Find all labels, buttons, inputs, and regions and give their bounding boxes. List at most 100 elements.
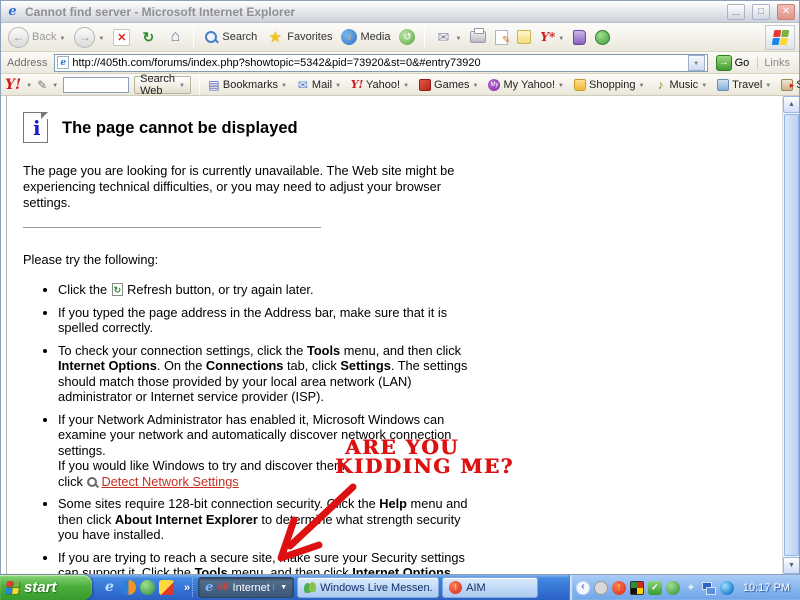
chevron-down-icon[interactable] (280, 584, 287, 591)
address-input[interactable]: http://405th.com/forums/index.php?showto… (54, 53, 708, 72)
home-button[interactable] (163, 27, 187, 47)
quick-launch-overflow-chevron[interactable] (184, 582, 190, 594)
research-button[interactable] (570, 29, 589, 46)
search-web-dropdown-icon[interactable] (179, 80, 185, 89)
print-button[interactable] (467, 28, 489, 44)
print-icon (470, 28, 487, 43)
detect-network-icon (86, 476, 99, 488)
forward-dropdown-icon[interactable] (98, 33, 104, 42)
star-tray-icon[interactable] (684, 581, 698, 595)
stop-button[interactable] (110, 28, 133, 47)
history-button[interactable] (396, 28, 418, 46)
aim-task-icon (449, 581, 463, 594)
forward-button[interactable] (71, 26, 107, 49)
address-dropdown-button[interactable] (687, 54, 705, 71)
yahoo-messenger-dropdown-icon[interactable] (558, 33, 564, 42)
scroll-down-icon[interactable] (783, 557, 799, 574)
search-web-label: Search Web (140, 72, 175, 97)
color-grid-icon[interactable] (629, 580, 644, 595)
yahoo-item-yahoo[interactable]: Yahoo! (351, 79, 409, 91)
back-label: Back (32, 31, 57, 43)
back-dropdown-icon[interactable] (59, 33, 65, 42)
task-button-aim[interactable]: AIM (442, 577, 539, 598)
chevron-down-icon[interactable] (281, 80, 287, 89)
ie-quick-icon[interactable] (102, 580, 117, 595)
refresh-page-icon (111, 283, 123, 299)
close-button[interactable] (777, 3, 795, 20)
search-web-button[interactable]: Search Web (134, 72, 191, 97)
back-icon (8, 26, 29, 48)
messenger-quick-icon[interactable] (140, 580, 155, 595)
refresh-button[interactable] (136, 27, 160, 47)
discuss-button[interactable] (514, 29, 534, 45)
yahoo-item-bookmarks[interactable]: Bookmarks (208, 79, 287, 91)
chevron-down-icon[interactable] (335, 80, 341, 89)
chevron-down-icon[interactable] (558, 80, 564, 89)
go-arrow-icon (715, 54, 732, 71)
yahoo-item-label: Games (434, 78, 470, 91)
error-bullet: Some sites require 128-bit connection se… (58, 496, 475, 543)
scrollbar-thumb[interactable] (784, 114, 799, 556)
favorites-button[interactable]: Favorites (263, 27, 335, 47)
messenger-online-icon[interactable] (665, 580, 680, 595)
yahoo-item-shopping[interactable]: Shopping (574, 78, 645, 91)
yahoo-item-games[interactable]: Games (419, 78, 479, 91)
bold-text: Help (379, 496, 407, 511)
messenger-button[interactable] (592, 29, 613, 46)
yahoo-logo-icon[interactable] (5, 78, 21, 92)
yahoo-search-input[interactable] (63, 76, 130, 93)
media-button[interactable]: Media (338, 28, 393, 46)
search-button[interactable]: Search (200, 28, 260, 46)
mail-dropdown-icon[interactable] (455, 33, 461, 42)
chevron-down-icon[interactable] (473, 80, 479, 89)
taskbar-clock: 10:17 PM (742, 581, 790, 594)
yahoo-item-mail[interactable]: Mail (297, 79, 341, 91)
yahoo-item-travel[interactable]: Travel (717, 78, 771, 91)
go-label: Go (734, 56, 750, 69)
games-icon (419, 78, 432, 91)
chevron-down-icon[interactable] (639, 80, 645, 89)
security-check-icon[interactable] (647, 580, 662, 595)
annotation-text: ARE YOU KIDDING ME? (335, 437, 514, 476)
yahoo-item-my-yahoo[interactable]: My Yahoo! (488, 78, 564, 91)
hide-icons-chevron[interactable] (575, 580, 590, 595)
network-tray-icon[interactable] (701, 581, 716, 595)
edit-button[interactable] (492, 29, 511, 46)
yahoo-item-music[interactable]: Music (654, 79, 707, 91)
pencil-icon[interactable] (37, 78, 47, 92)
yahoo-logo-dropdown-icon[interactable] (26, 80, 32, 89)
vertical-scrollbar[interactable] (782, 96, 799, 574)
ie-throbber (765, 24, 795, 50)
window-frame-line (6, 96, 7, 574)
task-button-windows-live-messen[interactable]: Windows Live Messen... (297, 577, 440, 598)
go-button[interactable]: Go (712, 54, 754, 71)
start-button[interactable]: start (0, 575, 92, 600)
chevron-down-icon[interactable] (701, 80, 707, 89)
chevron-down-icon[interactable] (403, 80, 409, 89)
messenger-idle-icon[interactable] (593, 580, 608, 595)
error-bullet-list: Click the Refresh button, or try again l… (23, 282, 475, 574)
detect-network-settings-link[interactable]: Detect Network Settings (101, 474, 238, 489)
maximize-button[interactable] (752, 3, 770, 20)
mail-button[interactable] (431, 27, 464, 47)
shopping-icon (574, 78, 586, 91)
address-url[interactable]: http://405th.com/forums/index.php?showto… (72, 57, 684, 69)
task-button-internet-explorer[interactable]: 49Internet Explorer (198, 577, 295, 598)
discuss-note-icon (517, 30, 532, 44)
links-label[interactable]: Links (757, 56, 796, 69)
start-label: start (24, 579, 57, 596)
pencil-dropdown-icon[interactable] (52, 80, 58, 89)
yahoo-item-sign-out[interactable]: Sign Out (781, 78, 800, 91)
aim-tray-icon[interactable] (611, 580, 626, 595)
scroll-up-icon[interactable] (783, 96, 799, 113)
globe-tray-icon[interactable] (719, 580, 734, 595)
aim-quick-icon[interactable] (159, 580, 174, 595)
yahoo-messenger-button[interactable] (537, 30, 567, 44)
taskbar: start 49Internet Explorer Windows Live Me… (0, 575, 800, 600)
chevron-down-icon[interactable] (765, 80, 771, 89)
back-button[interactable]: Back (5, 26, 68, 49)
title-bar: Cannot find server - Microsoft Internet … (1, 1, 799, 23)
refresh-icon (139, 28, 157, 46)
minimize-button[interactable] (727, 3, 745, 20)
media-player-quick-icon[interactable] (121, 580, 136, 595)
